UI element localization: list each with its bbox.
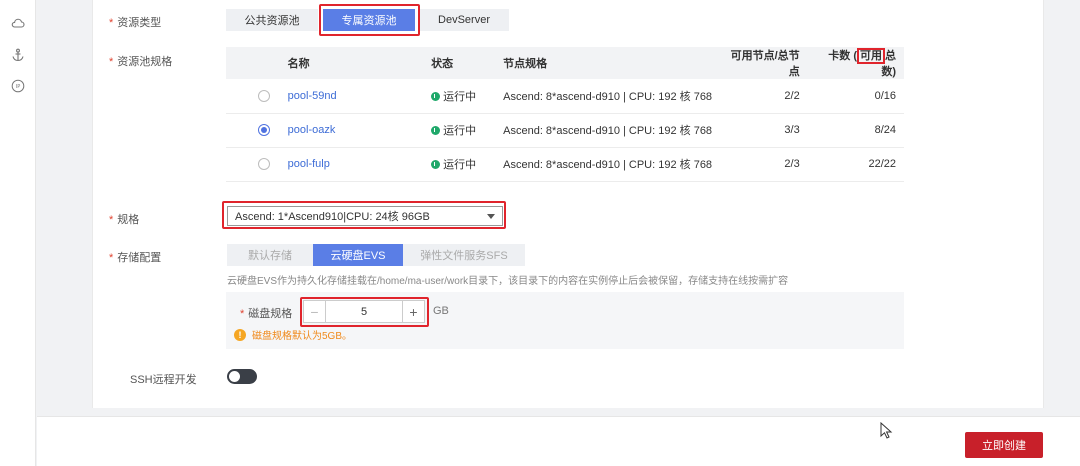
pool-nodes: 3/3 <box>720 113 808 148</box>
pool-nodes: 2/3 <box>720 147 808 182</box>
col-status: 状态 <box>423 47 496 79</box>
cloud-icon[interactable] <box>11 16 25 30</box>
disk-size-label: * 磁盘规格 <box>240 308 293 320</box>
disk-unit: GB <box>433 305 449 317</box>
pool-radio[interactable] <box>257 89 270 102</box>
warning-icon: ! <box>234 328 246 341</box>
storage-evs[interactable]: 云硬盘EVS <box>313 244 403 266</box>
pool-name[interactable]: pool-oazk <box>279 113 424 148</box>
pool-node-spec: Ascend: 8*ascend-d910 | CPU: 192 核 768 <box>495 79 721 114</box>
mouse-cursor-icon <box>880 422 893 439</box>
col-name: 名称 <box>279 47 424 79</box>
running-status-icon <box>431 126 441 135</box>
svg-text:IP: IP <box>16 84 21 90</box>
left-nav-bar: IP <box>0 0 36 466</box>
anchor-icon[interactable] <box>11 48 25 62</box>
pool-spec-label: * 资源池规格 <box>109 56 173 68</box>
create-now-button[interactable]: 立即创建 <box>965 432 1043 458</box>
pool-table: 名称 状态 节点规格 可用节点/总节点 卡数 (可用 总数) pool-59nd … <box>226 47 904 182</box>
pool-name[interactable]: pool-59nd <box>279 79 424 114</box>
pool-status: 运行中 <box>423 147 496 182</box>
pool-nodes: 2/2 <box>720 79 808 114</box>
storage-default[interactable]: 默认存储 <box>227 244 313 266</box>
storage-sfs[interactable]: 弹性文件服务SFS <box>403 244 525 266</box>
pool-name[interactable]: pool-fulp <box>279 147 424 182</box>
flavor-label: * 规格 <box>109 214 140 226</box>
running-status-icon <box>431 91 441 101</box>
storage-hint: 云硬盘EVS作为持久化存储挂载在/home/ma-user/work目录下，该目… <box>227 276 789 287</box>
pool-status: 运行中 <box>423 79 496 114</box>
pool-status: 运行中 <box>423 113 496 148</box>
resource-type-label: * 资源类型 <box>109 17 162 29</box>
col-nodes: 可用节点/总节点 <box>720 47 808 79</box>
ip-icon[interactable]: IP <box>11 79 25 93</box>
disk-warning: ! 磁盘规格默认为5GB。 <box>234 327 352 342</box>
col-node-spec: 节点规格 <box>495 47 721 79</box>
running-status-icon <box>431 160 441 169</box>
table-row[interactable]: pool-59nd 运行中 Ascend: 8*ascend-d910 | CP… <box>226 79 904 114</box>
resource-type-public-pool[interactable]: 公共资源池 <box>226 9 318 31</box>
pool-node-spec: Ascend: 8*ascend-d910 | CPU: 192 核 768 <box>495 113 721 148</box>
pool-table-header: 名称 状态 节点规格 可用节点/总节点 卡数 (可用 总数) <box>226 47 904 79</box>
highlight-available-cards: 可用 <box>857 48 885 64</box>
table-row[interactable]: pool-oazk 运行中 Ascend: 8*ascend-d910 | CP… <box>226 113 904 148</box>
pool-cards: 8/24 <box>807 113 904 148</box>
pool-node-spec: Ascend: 8*ascend-d910 | CPU: 192 核 768 <box>495 147 721 182</box>
resource-type-devserver[interactable]: DevServer <box>419 9 509 31</box>
highlight-dedicated-pool <box>319 4 420 36</box>
highlight-disk-stepper <box>300 297 429 327</box>
pool-radio-selected[interactable] <box>257 124 270 137</box>
pool-cards: 0/16 <box>807 79 904 114</box>
footer-bar <box>37 416 1080 466</box>
storage-label: * 存储配置 <box>109 252 162 264</box>
table-row[interactable]: pool-fulp 运行中 Ascend: 8*ascend-d910 | CP… <box>226 147 904 182</box>
pool-cards: 22/22 <box>807 147 904 182</box>
pool-radio[interactable] <box>257 158 270 171</box>
col-cards: 卡数 (可用 总数) <box>807 47 904 79</box>
ssh-toggle[interactable] <box>227 369 257 384</box>
highlight-flavor-select <box>222 201 506 229</box>
ssh-label: SSH远程开发 <box>130 374 197 386</box>
